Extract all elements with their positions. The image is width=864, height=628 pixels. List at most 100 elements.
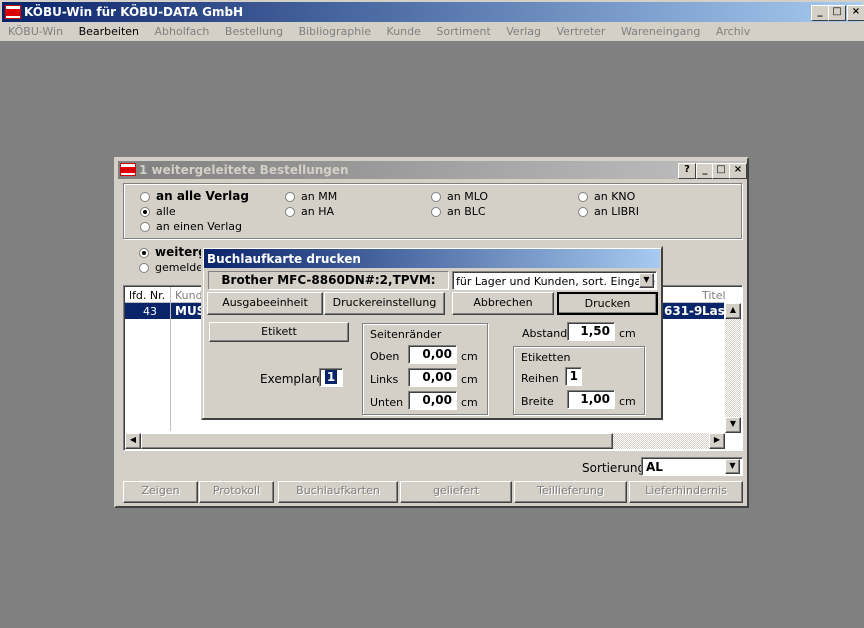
menu-verlag[interactable]: Verlag: [506, 25, 541, 38]
etikett-button[interactable]: Etikett: [209, 322, 349, 342]
label-an-ha: an HA: [301, 205, 335, 218]
radio-weitergeleitet[interactable]: [139, 248, 149, 258]
etiketten-group: Etiketten Reihen 1 Breite 1,00 cm: [513, 346, 645, 415]
menu-kunde[interactable]: Kunde: [387, 25, 421, 38]
label-an-mm: an MM: [301, 190, 338, 203]
druckereinstellung-button[interactable]: Druckereinstellung: [324, 292, 445, 315]
maximize-button[interactable]: □: [828, 5, 846, 21]
radio-an-mm[interactable]: [285, 192, 295, 202]
printer-label: Brother MFC-8860DN#:2,TPVM:: [221, 273, 436, 287]
teillieferung-button[interactable]: Teillieferung: [514, 481, 627, 503]
zeigen-button[interactable]: Zeigen: [123, 481, 198, 503]
drucken-button[interactable]: Drucken: [557, 292, 658, 315]
orders-logo-icon: [120, 163, 136, 176]
orders-window-title-bar: 1 weitergeleitete Bestellungen ? _ □ ×: [118, 161, 747, 179]
radio-gemeldet[interactable]: [139, 263, 149, 273]
label-an-kno: an KNO: [594, 190, 636, 203]
scroll-right-button[interactable]: ▶: [709, 433, 725, 449]
verlag-filter-group: an alle Verlag alle an einen Verlag an M…: [123, 183, 742, 239]
scroll-up-button[interactable]: ▲: [725, 303, 741, 319]
abstand-label: Abstand: [522, 327, 568, 340]
buchlaufkarten-button[interactable]: Buchlaufkarten: [278, 481, 398, 503]
reihen-input[interactable]: 1: [565, 367, 582, 386]
chevron-down-icon[interactable]: ▼: [725, 459, 740, 474]
protokoll-button[interactable]: Protokoll: [199, 481, 274, 503]
unten-input[interactable]: 0,00: [408, 391, 457, 410]
help-button[interactable]: ?: [678, 163, 696, 179]
unten-label: Unten: [370, 396, 404, 409]
menu-wareneingang[interactable]: Wareneingang: [621, 25, 700, 38]
menu-bar: KÖBU-Win Bearbeiten Abholfach Bestellung…: [0, 22, 864, 42]
sortierung-label: Sortierung: [582, 461, 646, 475]
radio-an-einen-verlag[interactable]: [140, 222, 150, 232]
chevron-down-icon[interactable]: ▼: [639, 273, 654, 288]
label-an-alle-verlag: an alle Verlag: [156, 189, 249, 203]
orders-window-title: 1 weitergeleitete Bestellungen: [139, 163, 349, 177]
menu-sortiment[interactable]: Sortiment: [436, 25, 490, 38]
menu-abholfach[interactable]: Abholfach: [155, 25, 210, 38]
close-button[interactable]: ×: [847, 5, 864, 21]
seitenraender-group: Seitenränder Oben 0,00 cm Links 0,00 cm …: [362, 323, 488, 415]
printer-name: Brother MFC-8860DN#:2,TPVM:: [208, 271, 449, 290]
menu-koebu-win[interactable]: KÖBU-Win: [8, 25, 63, 38]
radio-an-libri[interactable]: [578, 207, 588, 217]
oben-input[interactable]: 0,00: [408, 345, 457, 364]
links-label: Links: [370, 373, 399, 386]
menu-bibliographie[interactable]: Bibliographie: [299, 25, 371, 38]
radio-an-alle-verlag[interactable]: [140, 192, 150, 202]
scroll-left-button[interactable]: ◀: [125, 433, 141, 449]
header-lfd-nr[interactable]: lfd. Nr.: [129, 289, 165, 302]
geliefert-button[interactable]: geliefert: [400, 481, 512, 503]
label-an-libri: an LIBRI: [594, 205, 640, 218]
oben-label: Oben: [370, 350, 400, 363]
dialog-title-bar: Buchlaufkarte drucken: [204, 249, 660, 268]
mode-select[interactable]: für Lager und Kunden, sort. Eingabe ▼: [452, 271, 657, 290]
label-gemeldet: gemeldet: [155, 261, 208, 274]
radio-an-mlo[interactable]: [431, 192, 441, 202]
seitenraender-title: Seitenränder: [370, 328, 442, 341]
minimize-button[interactable]: _: [811, 5, 829, 21]
app-title: KÖBU-Win für KÖBU-DATA GmbH: [24, 5, 244, 19]
row-nr: 43: [143, 305, 157, 318]
vertical-scrollbar[interactable]: ▲ ▼: [725, 303, 741, 433]
breite-label: Breite: [521, 395, 554, 408]
links-unit: cm: [461, 373, 478, 386]
abstand-unit: cm: [619, 327, 636, 340]
mode-select-value: für Lager und Kunden, sort. Eingabe: [456, 275, 655, 288]
app-logo-icon: [5, 5, 21, 19]
print-dialog: Buchlaufkarte drucken Brother MFC-8860DN…: [201, 246, 663, 420]
radio-an-blc[interactable]: [431, 207, 441, 217]
menu-bestellung[interactable]: Bestellung: [225, 25, 283, 38]
label-an-mlo: an MLO: [447, 190, 489, 203]
radio-an-kno[interactable]: [578, 192, 588, 202]
dialog-title: Buchlaufkarte drucken: [207, 252, 361, 266]
ausgabeeinheit-button[interactable]: Ausgabeeinheit: [207, 292, 323, 315]
label-an-einen-verlag: an einen Verlag: [156, 220, 242, 233]
menu-bearbeiten[interactable]: Bearbeiten: [79, 25, 139, 38]
breite-input[interactable]: 1,00: [567, 390, 615, 409]
row-isbn: 631-9: [664, 304, 703, 318]
orders-close-button[interactable]: ×: [729, 163, 747, 179]
exemplare-input[interactable]: 1: [319, 368, 343, 387]
horizontal-scrollbar[interactable]: ◀ ▶: [125, 433, 725, 449]
orders-maximize-button[interactable]: □: [712, 163, 730, 179]
abstand-input[interactable]: 1,50: [567, 322, 615, 341]
menu-vertreter[interactable]: Vertreter: [557, 25, 606, 38]
label-an-blc: an BLC: [447, 205, 486, 218]
menu-archiv[interactable]: Archiv: [716, 25, 750, 38]
radio-an-ha[interactable]: [285, 207, 295, 217]
lieferhindernis-button[interactable]: Lieferhindernis: [629, 481, 743, 503]
label-alle: alle: [156, 205, 176, 218]
links-input[interactable]: 0,00: [408, 368, 457, 387]
scroll-thumb[interactable]: [141, 433, 613, 449]
etiketten-title: Etiketten: [521, 351, 571, 364]
sortierung-select[interactable]: AL ▼: [641, 457, 743, 476]
breite-unit: cm: [619, 395, 636, 408]
exemplare-value: 1: [324, 370, 338, 384]
scroll-down-button[interactable]: ▼: [725, 417, 741, 433]
header-titel[interactable]: Titel: [702, 289, 726, 302]
abbrechen-button[interactable]: Abbrechen: [452, 292, 554, 315]
oben-unit: cm: [461, 350, 478, 363]
reihen-label: Reihen: [521, 372, 559, 385]
radio-alle[interactable]: [140, 207, 150, 217]
